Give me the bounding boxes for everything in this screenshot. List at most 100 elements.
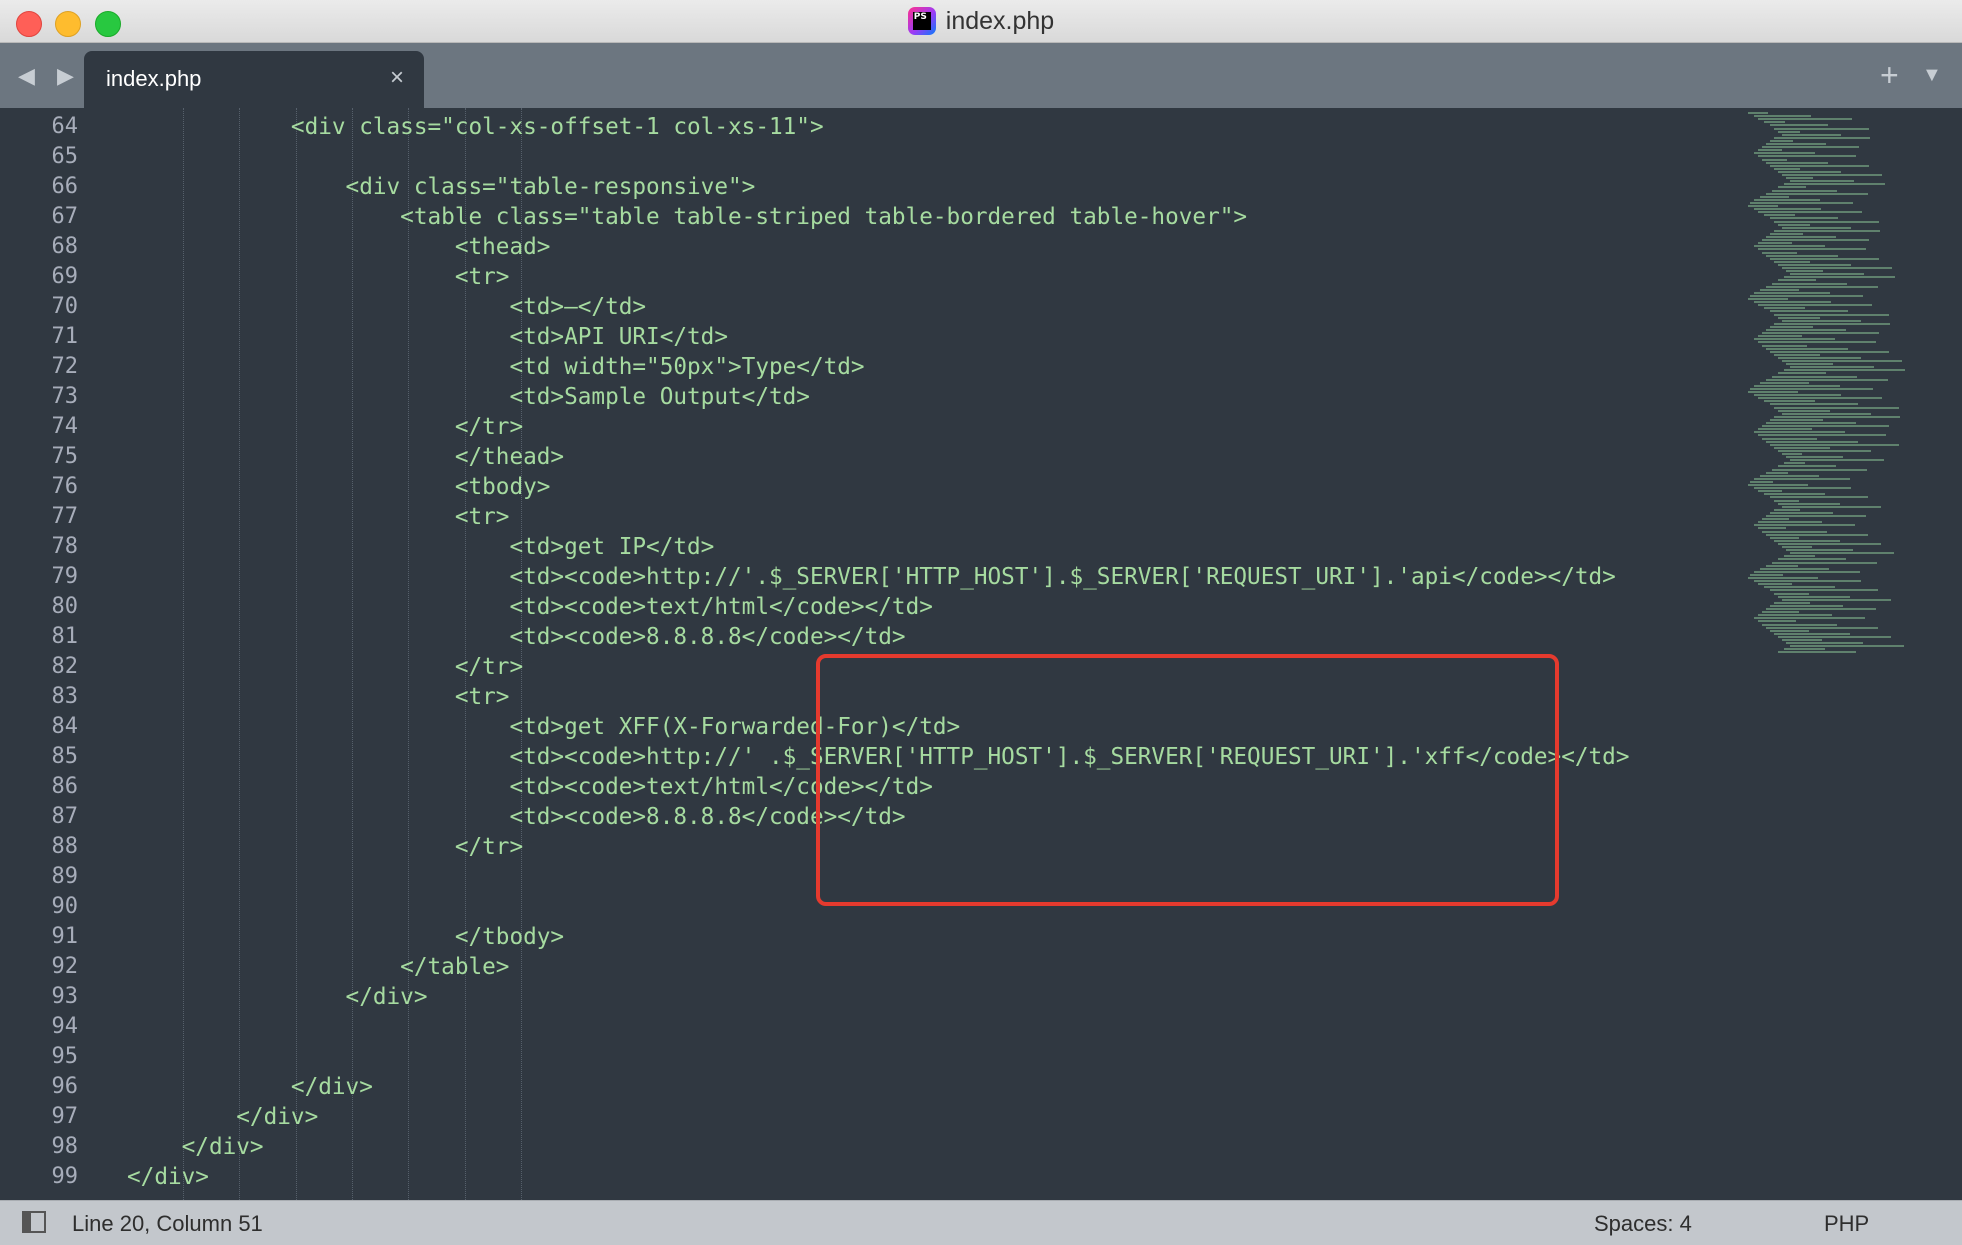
minimap-line <box>1778 595 1850 598</box>
code-line[interactable]: </table> <box>127 952 1727 982</box>
minimap-line <box>1770 350 1889 353</box>
code-line[interactable]: <tr> <box>127 502 1727 532</box>
minimap-line <box>1782 319 1861 322</box>
minimap-line <box>1764 400 1815 403</box>
minimap-line <box>1758 248 1866 251</box>
syntax-mode[interactable]: PHP <box>1824 1211 1869 1237</box>
minimap-line <box>1754 208 1821 211</box>
minimap-line <box>1782 598 1891 601</box>
minimap-line <box>1770 257 1879 260</box>
minimap-line <box>1774 508 1800 511</box>
code-line[interactable]: <div class="col-xs-offset-1 col-xs-11"> <box>127 112 1727 142</box>
minimap-line <box>1770 536 1799 539</box>
code-line[interactable]: </div> <box>127 982 1727 1012</box>
minimap-line <box>1762 344 1807 347</box>
minimap-line <box>1750 480 1773 483</box>
minimap-line <box>1766 254 1838 257</box>
code-line[interactable]: <thead> <box>127 232 1727 262</box>
minimap-line <box>1778 170 1841 173</box>
code-line[interactable] <box>127 1042 1727 1072</box>
code-line[interactable]: <td>—</td> <box>127 292 1727 322</box>
minimap-line <box>1778 316 1820 319</box>
minimap-line <box>1772 561 1877 564</box>
window-title-text: index.php <box>945 6 1055 35</box>
code-line[interactable]: <tr> <box>127 262 1727 292</box>
minimap-line <box>1778 409 1830 412</box>
minimap-line <box>1782 412 1871 415</box>
code-line[interactable]: </tbody> <box>127 922 1727 952</box>
code-line[interactable]: <td>Sample Output</td> <box>127 382 1727 412</box>
minimap-line <box>1772 468 1867 471</box>
line-number-gutter: 64 65 66 67 68 69 70 71 72 73 74 75 76 77 78 79 80 81 82 83… <box>0 112 79 1192</box>
annotation-highlight-box <box>816 654 1559 906</box>
line-number: 67 <box>51 204 79 229</box>
line-number: 70 <box>51 294 79 319</box>
tab-nav-arrows-icon[interactable]: ◀ ▶ <box>18 63 82 89</box>
tab-index-php[interactable]: index.php × <box>84 51 424 108</box>
new-tab-icon[interactable]: + <box>1880 57 1899 94</box>
sidebar-toggle-icon[interactable] <box>22 1211 46 1233</box>
minimap-line <box>1754 431 1845 434</box>
code-line[interactable]: <td width="50px">Type</td> <box>127 352 1727 382</box>
line-number: 82 <box>51 654 79 679</box>
minimap-line <box>1770 164 1869 167</box>
minimap-line <box>1774 127 1869 130</box>
indentation-setting[interactable]: Spaces: 4 <box>1594 1211 1692 1237</box>
code-line[interactable]: </tr> <box>127 412 1727 442</box>
line-number: 89 <box>51 864 79 889</box>
line-number: 76 <box>51 474 79 499</box>
minimap-line <box>1748 298 1788 300</box>
minimap-line <box>1748 205 1778 207</box>
minimap-line <box>1790 645 1904 648</box>
minimap-line <box>1754 198 1820 201</box>
minimap-line <box>1786 549 1853 552</box>
minimap-line <box>1764 493 1825 496</box>
minimap-line <box>1790 366 1874 369</box>
minimap-line <box>1770 589 1878 592</box>
code-line[interactable]: <td><code>http://'.$_SERVER['HTTP_HOST']… <box>127 562 1727 592</box>
code-line[interactable]: </div> <box>127 1102 1727 1132</box>
minimap-line <box>1782 174 1882 176</box>
minimap-line <box>1758 118 1852 121</box>
close-tab-icon[interactable]: × <box>390 64 404 92</box>
code-line[interactable]: <td><code>8.8.8.8</code></td> <box>127 622 1727 652</box>
minimap[interactable] <box>1744 112 1944 672</box>
minimap-line <box>1774 632 1850 635</box>
code-line[interactable]: <td>API URI</td> <box>127 322 1727 352</box>
minimap-line <box>1784 276 1895 279</box>
code-line[interactable]: <table class="table table-striped table-… <box>127 202 1727 232</box>
code-line[interactable]: <tbody> <box>127 472 1727 502</box>
code-line[interactable]: <div class="table-responsive"> <box>127 172 1727 202</box>
code-line[interactable] <box>127 1012 1727 1042</box>
minimap-line <box>1766 626 1878 629</box>
code-line[interactable]: <td><code>text/html</code></td> <box>127 592 1727 622</box>
code-line[interactable]: </thead> <box>127 442 1727 472</box>
code-line[interactable]: </div> <box>127 1072 1727 1102</box>
minimap-line <box>1758 304 1872 307</box>
minimap-line <box>1758 335 1802 338</box>
line-number: 90 <box>51 894 79 919</box>
minimap-line <box>1782 133 1841 136</box>
code-line[interactable]: </div> <box>127 1132 1727 1162</box>
line-number: 83 <box>51 684 79 709</box>
line-number: 66 <box>51 174 79 199</box>
minimap-line <box>1758 614 1832 617</box>
tab-menu-icon[interactable]: ▼ <box>1922 64 1942 87</box>
code-lines[interactable]: <div class="col-xs-offset-1 col-xs-11"> … <box>127 112 1727 1192</box>
minimap-line <box>1770 325 1813 328</box>
line-number: 71 <box>51 324 79 349</box>
minimap-line <box>1772 189 1837 192</box>
minimap-line <box>1774 229 1880 232</box>
minimap-line <box>1754 115 1811 118</box>
code-line[interactable]: <td>get IP</td> <box>127 532 1727 562</box>
minimap-line <box>1758 397 1882 400</box>
cursor-position[interactable]: Line 20, Column 51 <box>72 1211 263 1237</box>
code-line[interactable] <box>127 142 1727 172</box>
line-number: 96 <box>51 1074 79 1099</box>
status-bar: Line 20, Column 51 Spaces: 4 PHP <box>0 1200 1962 1245</box>
minimap-line <box>1778 223 1810 226</box>
code-line[interactable]: </div> <box>127 1162 1727 1192</box>
minimap-line <box>1758 341 1876 344</box>
code-editor[interactable]: 64 65 66 67 68 69 70 71 72 73 74 75 76 77 78 79 80 81 82 83… <box>0 108 1962 1200</box>
minimap-line <box>1754 301 1831 304</box>
